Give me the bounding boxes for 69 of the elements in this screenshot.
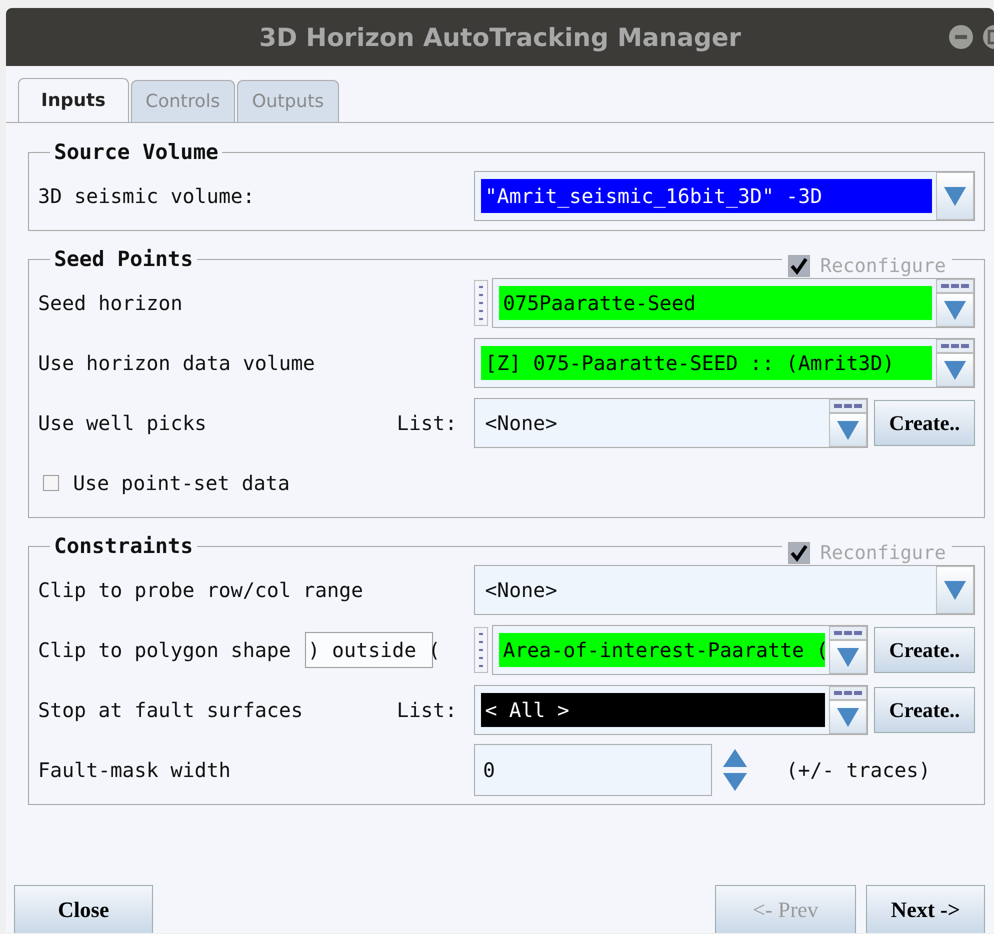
combo-box[interactable]: Area-of-interest-Paaratte (: [492, 625, 868, 675]
list-button[interactable]: [829, 626, 867, 640]
create-button[interactable]: Create..: [874, 627, 975, 673]
selected-value: < All >: [481, 693, 825, 727]
list-label: List:: [396, 698, 457, 722]
list-button[interactable]: [829, 399, 867, 413]
create-button[interactable]: Create..: [874, 400, 975, 446]
dropdown-button[interactable]: [829, 640, 867, 674]
combo-box[interactable]: <None>: [474, 398, 868, 448]
list-button[interactable]: [936, 339, 974, 353]
dashes-icon: [940, 343, 970, 349]
checkbox-label: Reconfigure: [820, 255, 946, 277]
dashes-icon: [833, 690, 863, 696]
selected-value: Area-of-interest-Paaratte (: [499, 633, 825, 667]
selected-value: "Amrit_seismic_16bit_3D" -3D: [481, 179, 932, 213]
dashes-icon: [940, 283, 970, 289]
list-button[interactable]: [936, 279, 974, 293]
selected-value: 075Paaratte-Seed: [499, 286, 932, 320]
field-label: Stop at fault surfaces: [38, 698, 303, 722]
down-triangle-icon: [943, 185, 967, 207]
number-field[interactable]: 0: [474, 744, 712, 796]
down-triangle-icon: [836, 419, 860, 441]
tab[interactable]: Inputs: [18, 78, 129, 122]
group-title: Seed Points: [53, 247, 194, 271]
combo-box[interactable]: 075Paaratte-Seed: [492, 278, 975, 328]
down-triangle-icon: [836, 706, 860, 728]
selected-value: <None>: [484, 577, 558, 604]
field-label: Use horizon data volume: [38, 351, 315, 375]
group-title: Source Volume: [53, 140, 220, 164]
down-triangle-icon: [943, 359, 967, 381]
checkbox[interactable]: [43, 475, 59, 491]
unit-label: (+/- traces): [786, 758, 930, 782]
dashes-icon: [833, 630, 863, 636]
increment-button[interactable]: [722, 748, 748, 768]
list-label: List:: [396, 411, 457, 435]
field-label: Seed horizon: [38, 291, 182, 315]
field-label: Clip to probe row/col range: [38, 578, 364, 602]
list-button[interactable]: [829, 686, 867, 700]
down-triangle-icon: [836, 646, 860, 668]
combo-box[interactable]: "Amrit_seismic_16bit_3D" -3D: [474, 171, 975, 221]
create-button[interactable]: Create..: [874, 687, 975, 733]
dropdown-button[interactable]: [936, 353, 974, 387]
checkbox-label: Reconfigure: [820, 542, 946, 564]
field-label: Fault-mask width: [38, 758, 231, 782]
combo-box[interactable]: [Z] 075-Paaratte-SEED :: (Amrit3D): [474, 338, 975, 388]
decrement-button[interactable]: [722, 772, 748, 792]
selected-value: <None>: [484, 410, 558, 437]
checkbox-label: Use point-set data: [73, 471, 290, 495]
field-label: Clip to polygon shape: [38, 638, 291, 662]
down-triangle-icon: [943, 299, 967, 321]
minimize-icon[interactable]: [948, 24, 974, 50]
dropdown-button[interactable]: [829, 413, 867, 447]
field-label: Use well picks: [38, 411, 207, 435]
dashes-icon: [833, 403, 863, 409]
window-title: 3D Horizon AutoTracking Manager: [259, 22, 741, 52]
grip-handle[interactable]: [474, 280, 488, 326]
dropdown-button[interactable]: [936, 293, 974, 327]
selected-value: [Z] 075-Paaratte-SEED :: (Amrit3D): [481, 346, 932, 380]
next-button[interactable]: Next ->: [866, 885, 985, 933]
dropdown-button[interactable]: [936, 566, 974, 614]
group-title: Constraints: [53, 534, 194, 558]
down-triangle-icon: [943, 579, 967, 601]
dropdown-button[interactable]: [829, 700, 867, 734]
combo-box[interactable]: <None>: [474, 565, 975, 615]
dropdown-button[interactable]: [936, 172, 974, 220]
grip-handle[interactable]: [474, 627, 488, 673]
combo-box[interactable]: < All >: [474, 685, 868, 735]
close-button[interactable]: Close: [14, 885, 153, 933]
field-label: 3D seismic volume:: [38, 184, 255, 208]
